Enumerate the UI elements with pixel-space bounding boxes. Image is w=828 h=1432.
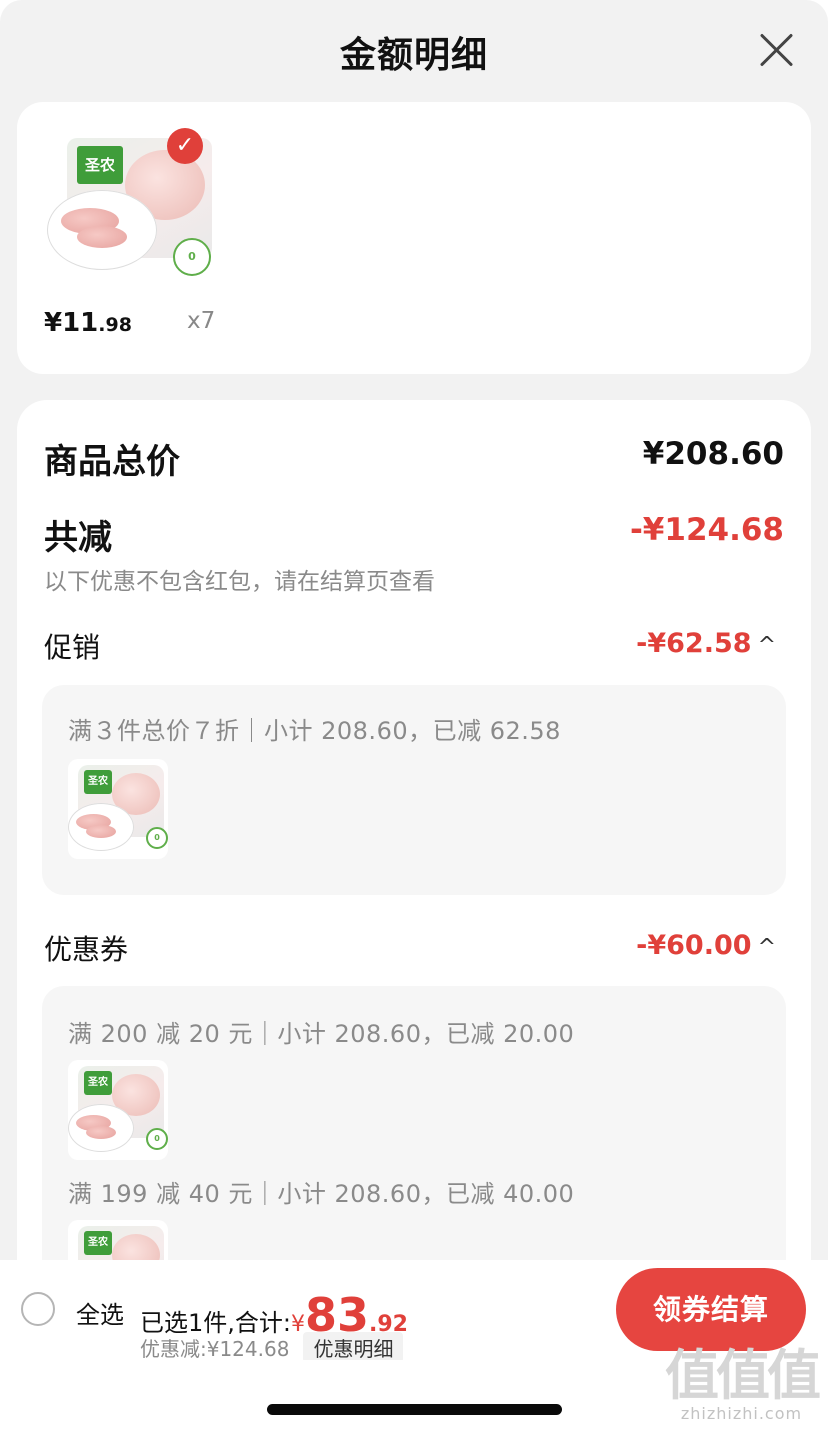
coupon-rule: 满 199 减 40 元｜小计 208.60，已减 40.00 [68, 1180, 575, 1208]
home-indicator[interactable] [267, 1404, 562, 1415]
promo-product-image[interactable]: 圣农 0 [68, 759, 168, 859]
close-icon[interactable] [758, 32, 794, 68]
sheet-header: 金额明细 [0, 0, 828, 100]
total-value: ¥208.60 [642, 436, 784, 472]
reduce-value: -¥124.68 [629, 512, 784, 548]
promo-rule: 满３件总价７折｜小计 208.60，已减 62.58 [68, 717, 561, 745]
radio-unchecked-icon[interactable] [21, 1292, 55, 1326]
promo-value: -¥62.58 [636, 628, 752, 659]
watermark: 值值值 zhizhizhi.com [665, 1344, 821, 1424]
select-all-label[interactable]: 全选 [76, 1295, 124, 1330]
watermark-url: zhizhizhi.com [680, 1404, 803, 1423]
amount-detail-sheet: 金额明细 圣农 0 ✓ ¥11.98 x7 商品总价 ¥208.60 共减 -¥… [0, 0, 828, 1432]
check-icon[interactable]: ✓ [167, 128, 203, 164]
product-quantity: x7 [187, 308, 216, 334]
coupon-label: 优惠券 [44, 933, 129, 966]
discount-text: 优惠减:¥124.68 [140, 1337, 290, 1361]
brand-logo: 圣农 [77, 146, 123, 184]
product-price: ¥11.98 [44, 308, 132, 338]
reduce-note: 以下优惠不包含红包，请在结算页查看 [44, 569, 435, 595]
chevron-up-icon: ^ [757, 633, 776, 658]
discount-line: 优惠减:¥124.68 优惠明细 [140, 1332, 404, 1363]
promo-toggle[interactable]: -¥62.58 ^ [636, 628, 776, 659]
watermark-logo: 值值值 [665, 1344, 821, 1407]
sheet-title: 金额明细 [339, 35, 488, 76]
total-label: 商品总价 [44, 442, 180, 482]
coupon-product-image[interactable]: 圣农 0 [68, 1060, 168, 1160]
checkout-button[interactable]: 领券结算 [616, 1268, 806, 1351]
product-card: 圣农 0 ✓ ¥11.98 x7 [17, 102, 811, 374]
promo-label: 促销 [44, 631, 101, 664]
coupon-toggle[interactable]: -¥60.00 ^ [636, 930, 776, 961]
discount-detail-link[interactable]: 优惠明细 [303, 1332, 404, 1363]
coupon-value: -¥60.00 [636, 930, 752, 961]
coupon-rule: 满 200 减 20 元｜小计 208.60，已减 20.00 [68, 1020, 575, 1048]
chevron-up-icon: ^ [757, 935, 776, 960]
promo-panel: 满３件总价７折｜小计 208.60，已减 62.58 圣农 0 [42, 685, 786, 895]
reduce-label: 共减 [44, 518, 112, 558]
